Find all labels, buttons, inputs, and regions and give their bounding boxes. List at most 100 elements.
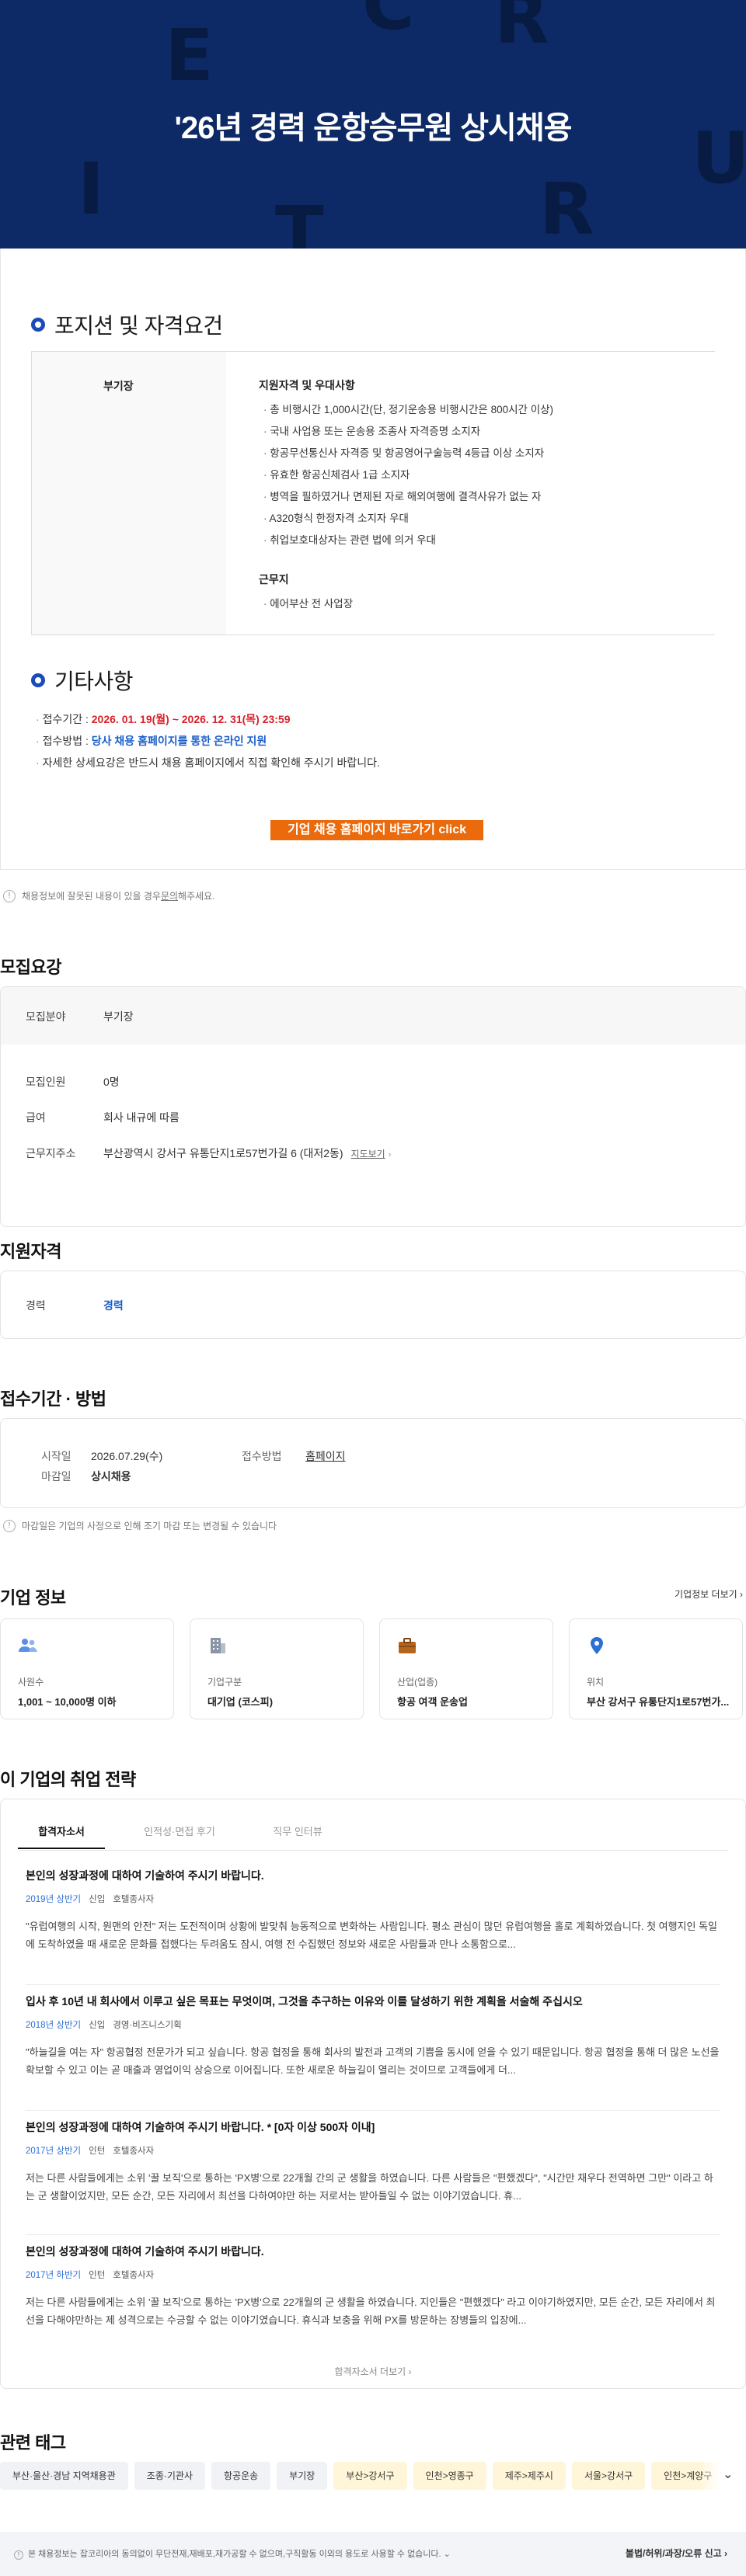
location-pin-icon	[591, 1637, 603, 1654]
tag-item[interactable]: 제주>제주시	[492, 2462, 566, 2490]
apply-method-row: 접수방법 : 당사 채용 홈페이지를 통한 온라인 지원	[36, 730, 380, 752]
chevron-right-icon: ›	[408, 2366, 412, 2377]
essay-question: 본인의 성장과정에 대하여 기술하여 주시기 바랍니다.	[26, 2245, 264, 2258]
circle-bullet-icon	[31, 673, 45, 687]
briefcase-icon	[399, 1638, 416, 1653]
essay-item[interactable]: 본인의 성장과정에 대하여 기술하여 주시기 바랍니다. 2019년 상반기 신입…	[26, 1868, 720, 1953]
strategy-tabs: 합격자소서 인적성·면접 후기 직무 인터뷰	[18, 1815, 372, 1849]
tag-item[interactable]: 부산>강서구	[333, 2462, 407, 2490]
tab-interview-reviews[interactable]: 인적성·면접 후기	[136, 1815, 223, 1849]
essay-item[interactable]: 본인의 성장과정에 대하여 기술하여 주시기 바랍니다. 2017년 하반기 인턴…	[26, 2244, 720, 2329]
end-value: 상시채용	[91, 1470, 131, 1483]
banner-bg-letter: R	[494, 0, 549, 60]
essay-meta: 2019년 상반기 신입 호텔종사자	[26, 1895, 155, 1904]
address-value: 부산광역시 강서구 유통단지1로57번가길 6 (대저2동) 지도보기 ›	[103, 1147, 392, 1159]
qualification-heading: 지원자격 및 우대사항	[259, 379, 355, 391]
chevron-down-icon[interactable]: ⌄	[444, 2550, 451, 2559]
banner-bg-letter: C	[362, 0, 415, 46]
report-error-notice: ! 채용정보에 잘못된 내용이 있을 경우 문의 해주세요.	[3, 889, 215, 902]
field-label: 모집분야	[26, 1010, 66, 1023]
company-info-card: 기업구분 대기업 (코스피)	[190, 1618, 364, 1719]
essay-question: 본인의 성장과정에 대하여 기술하여 주시기 바랍니다. * [0자 이상 50…	[26, 2121, 375, 2133]
essay-question: 입사 후 10년 내 회사에서 이루고 싶은 목표는 무엇이며, 그것을 추구하…	[26, 1995, 583, 2008]
tag-item[interactable]: 항공운송	[211, 2462, 271, 2490]
chevron-down-icon[interactable]: ⌄	[723, 2466, 733, 2482]
posting-banner: E C R U I T R '26년 경력 운항승무원 상시채용	[0, 0, 746, 249]
career-label: 경력	[26, 1299, 46, 1312]
essay-answer: "하늘길을 여는 자" 항공협정 전문가가 되고 싶습니다. 항공 협정을 통해…	[26, 2046, 720, 2076]
deadline-notice: ! 마감일은 기업의 사정으로 인해 조기 마감 또는 변경될 수 있습니다	[3, 1519, 277, 1532]
banner-bg-letter: I	[78, 148, 105, 231]
tag-item[interactable]: 부산·울산·경남 지역채용관	[0, 2462, 128, 2490]
card-label: 사원수	[18, 1677, 44, 1688]
copyright-notice: ! 본 채용정보는 잡코리아의 동의없이 무단전재,재배포,재가공할 수 없으며,…	[14, 2547, 451, 2560]
start-value: 2026.07.29(수)	[91, 1450, 163, 1462]
cover-letter-more-link[interactable]: 합격자소서 더보기 ›	[1, 2365, 745, 2378]
count-label: 모집인원	[26, 1076, 66, 1088]
company-more-link[interactable]: 기업정보 더보기 ›	[675, 1587, 743, 1601]
end-label: 마감일	[41, 1470, 71, 1483]
inquiry-link[interactable]: 문의	[161, 889, 178, 902]
essay-item[interactable]: 본인의 성장과정에 대하여 기술하여 주시기 바랍니다. * [0자 이상 50…	[26, 2119, 720, 2205]
company-info-card: 위치 부산 강서구 유통단지1로57번가...	[569, 1618, 743, 1719]
building-icon	[211, 1638, 225, 1653]
chevron-right-icon: ›	[740, 1589, 743, 1600]
report-link[interactable]: 불법/허위/과장/오류 신고 ›	[626, 2546, 727, 2560]
method-label: 접수방법	[242, 1450, 282, 1462]
qualification-item: 항공무선통신사 자격증 및 항공영어구술능력 4등급 이상 소지자	[259, 443, 682, 464]
card-label: 산업(업종)	[397, 1677, 438, 1688]
banner-bg-letter: T	[275, 191, 324, 249]
strategy-heading: 이 기업의 취업 전략	[0, 1770, 136, 1789]
company-info-card: 산업(업종) 항공 여객 운송업	[379, 1618, 553, 1719]
essay-answer: 저는 다른 사람들에게는 소위 '꿀 보직'으로 통하는 'PX병'으로 22개…	[26, 2296, 716, 2326]
company-info-card: 사원수 1,001 ~ 10,000명 이하	[0, 1618, 174, 1719]
requirements-detail: 지원자격 및 우대사항 총 비행시간 1,000시간(단, 정기운송용 비행시간…	[226, 352, 715, 634]
position-section-heading: 포지션 및 자격요건	[31, 309, 223, 340]
job-posting-page: E C R U I T R '26년 경력 운항승무원 상시채용 포지션 및 자…	[0, 0, 746, 2576]
tag-item[interactable]: 조종·기관사	[134, 2462, 205, 2490]
salary-label: 급여	[26, 1111, 46, 1124]
banner-bg-letter: R	[539, 168, 594, 249]
role-name: 부기장	[103, 380, 134, 392]
qualification-item: 국내 사업용 또는 운송용 조종사 자격증명 소지자	[259, 421, 682, 443]
apply-heading: 접수기간 · 방법	[0, 1389, 106, 1409]
tag-item[interactable]: 서울>강서구	[571, 2462, 646, 2490]
homepage-link[interactable]: 홈페이지	[305, 1448, 346, 1464]
essay-question: 본인의 성장과정에 대하여 기술하여 주시기 바랍니다.	[26, 1869, 264, 1882]
detail-notice-row: 자세한 상세요강은 반드시 채용 홈페이지에서 직접 확인해 주시기 바랍니다.	[36, 752, 380, 773]
etc-list: 접수기간 : 2026. 01. 19(월) ~ 2026. 12. 31(목)…	[36, 708, 380, 773]
address-label: 근무지주소	[26, 1147, 76, 1159]
tab-job-interviews[interactable]: 직무 인터뷰	[254, 1815, 341, 1849]
essay-answer: 저는 다른 사람들에게는 소위 '꿀 보직'으로 통하는 'PX병'으로 22개…	[26, 2172, 713, 2202]
company-homepage-button[interactable]: 기업 채용 홈페이지 바로가기 click	[270, 820, 483, 840]
tab-cover-letters[interactable]: 합격자소서	[18, 1815, 105, 1849]
essay-item[interactable]: 입사 후 10년 내 회사에서 이루고 싶은 목표는 무엇이며, 그것을 추구하…	[26, 1994, 720, 2079]
recruit-heading: 모집요강	[0, 958, 61, 977]
qualification-item: 병역을 필하였거나 면제된 자로 해외여행에 결격사유가 없는 자	[259, 486, 682, 508]
circle-bullet-icon	[31, 318, 45, 332]
map-link[interactable]: 지도보기	[351, 1149, 385, 1159]
qualification-item: 취업보호대상자는 관련 법에 의거 우대	[259, 530, 682, 551]
field-value: 부기장	[103, 1010, 134, 1023]
essay-answer: "유럽여행의 시작, 원맨의 안전" 저는 도전적이며 상황에 발맞춰 능동적으…	[26, 1921, 718, 1950]
eligibility-heading: 지원자격	[0, 1242, 61, 1261]
salary-value: 회사 내규에 따름	[103, 1111, 180, 1124]
eligibility-box: 경력 경력	[0, 1271, 746, 1339]
apply-box: 시작일 2026.07.29(수) 마감일 상시채용 접수방법 홈페이지	[0, 1418, 746, 1508]
info-icon: !	[14, 2550, 23, 2560]
location-heading: 근무지	[259, 573, 289, 586]
tag-list: 부산·울산·경남 지역채용관 조종·기관사 항공운송 부기장 부산>강서구 인천…	[0, 2462, 746, 2490]
chevron-right-icon: ›	[388, 1150, 392, 1159]
card-label: 기업구분	[207, 1677, 242, 1688]
people-icon	[19, 1639, 37, 1652]
qualification-item: 총 비행시간 1,000시간(단, 정기운송용 비행시간은 800시간 이상)	[259, 399, 682, 421]
tag-item[interactable]: 부기장	[277, 2462, 328, 2490]
card-label: 위치	[587, 1677, 605, 1688]
card-value: 부산 강서구 유통단지1로57번가...	[587, 1696, 730, 1708]
essay-meta: 2018년 상반기 신입 경영·비즈니스기획	[26, 2021, 182, 2030]
banner-title: '26년 경력 운항승무원 상시채용	[174, 111, 573, 145]
count-value: 0명	[103, 1076, 120, 1088]
essay-meta: 2017년 상반기 인턴 호텔종사자	[26, 2147, 155, 2156]
tag-item[interactable]: 인천>영종구	[413, 2462, 486, 2490]
banner-bg-letter: E	[165, 14, 214, 97]
